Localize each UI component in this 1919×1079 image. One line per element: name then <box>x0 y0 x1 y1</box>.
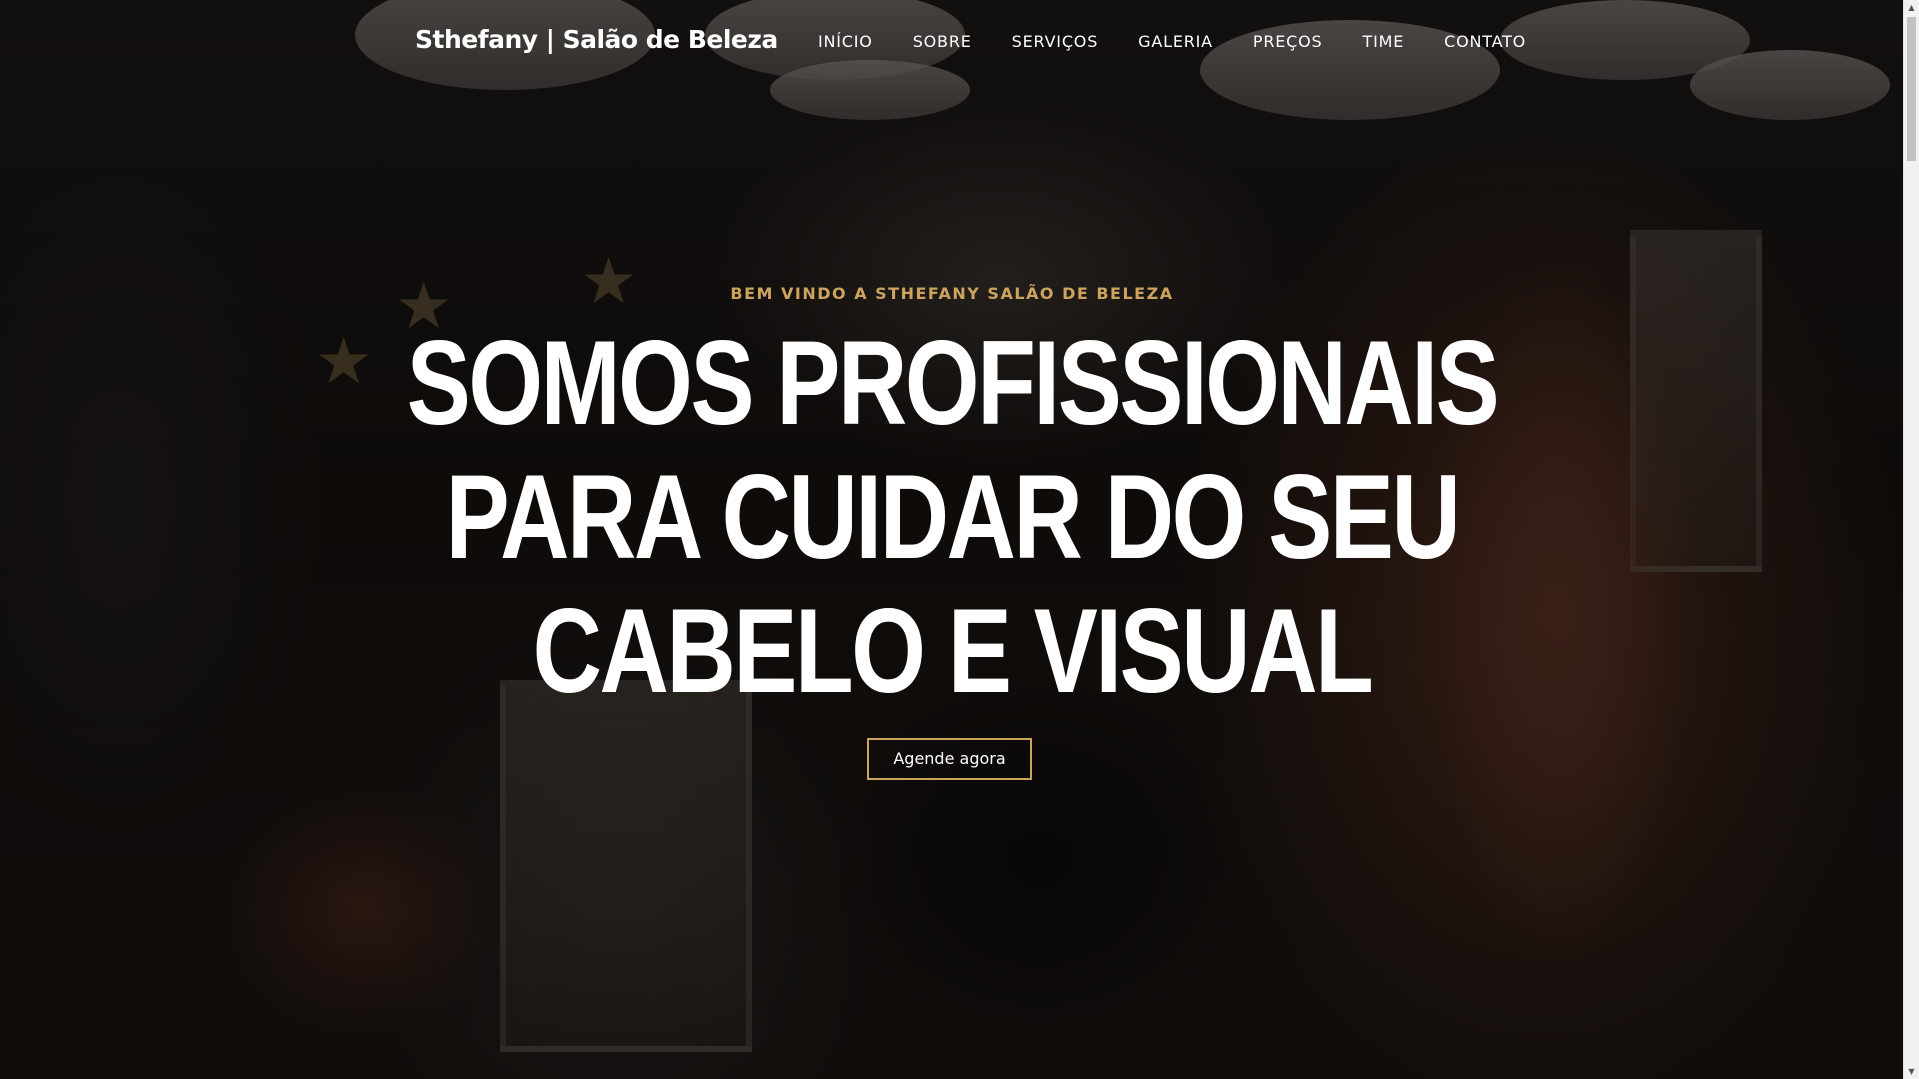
hero-headline-line: PARA CUIDAR DO SEU <box>445 450 1461 584</box>
book-now-button[interactable]: Agende agora <box>867 738 1032 780</box>
page-viewport: ★ ★ ★ Sthefany | Salão de Beleza INÍCIO … <box>0 0 1904 1079</box>
hero-headline-line: CABELO E VISUAL <box>532 584 1374 718</box>
hero-headline: SOMOS PROFISSIONAIS PARA CUIDAR DO SEU C… <box>190 316 1713 718</box>
hero-headline-line: SOMOS PROFISSIONAIS <box>406 316 1500 450</box>
scroll-down-arrow-icon[interactable]: ▼ <box>1904 1064 1919 1079</box>
hero-eyebrow: BEM VINDO A STHEFANY SALÃO DE BELEZA <box>730 284 1174 303</box>
page-scrollbar[interactable]: ▲ ▼ <box>1903 0 1919 1079</box>
scroll-up-arrow-icon[interactable]: ▲ <box>1904 0 1919 15</box>
hero-section: BEM VINDO A STHEFANY SALÃO DE BELEZA SOM… <box>0 0 1904 1079</box>
scroll-thumb[interactable] <box>1907 17 1916 161</box>
